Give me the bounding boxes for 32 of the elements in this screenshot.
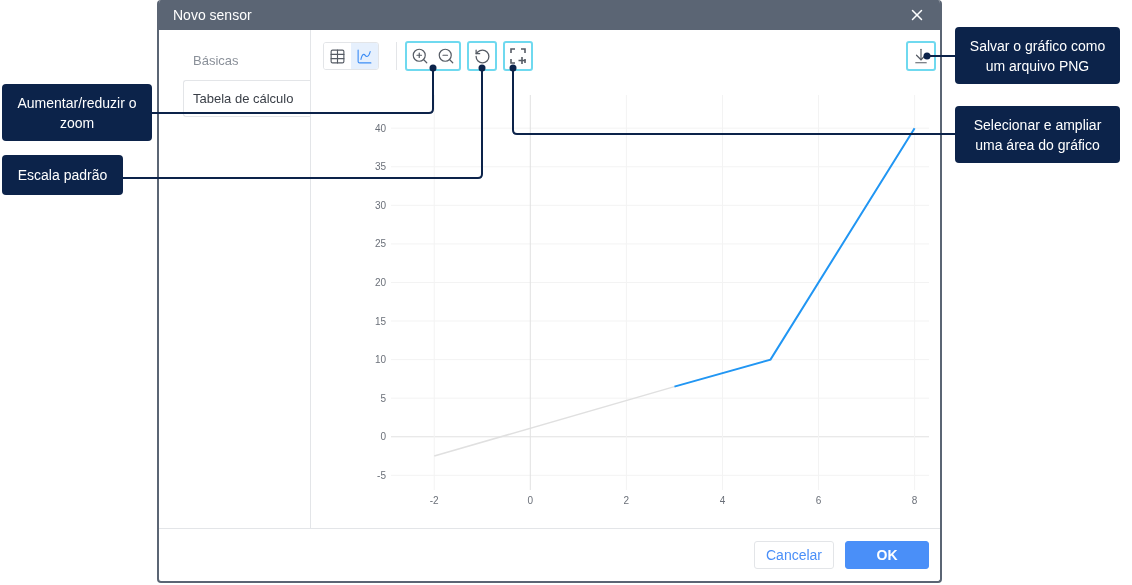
- cancel-button[interactable]: Cancelar: [754, 541, 834, 569]
- x-tick-label: 2: [623, 495, 630, 506]
- x-tick-label: 4: [719, 495, 726, 506]
- callout-label: Salvar o gráfico como um arquivo PNG: [955, 27, 1120, 84]
- y-tick-label: -5: [377, 469, 386, 481]
- y-tick-label: 30: [374, 199, 386, 211]
- select-area-icon: [509, 47, 527, 65]
- y-tick-label: 5: [380, 392, 386, 404]
- download-icon: [912, 47, 930, 65]
- callout-label: Selecionar e ampliar uma área do gráfico: [955, 106, 1120, 163]
- line-chart-icon: [356, 47, 373, 65]
- y-tick-label: 10: [374, 354, 386, 366]
- callout-label: Aumentar/reduzir o zoom: [2, 84, 152, 141]
- sidebar-tab[interactable]: Tabela de cálculo: [183, 80, 310, 117]
- x-tick-label: 6: [815, 495, 822, 506]
- x-tick-label: 8: [911, 495, 918, 506]
- window-title: Novo sensor: [173, 7, 252, 23]
- y-tick-label: 25: [374, 238, 386, 250]
- y-tick-label: 35: [374, 161, 386, 173]
- y-tick-label: 0: [380, 431, 386, 443]
- table-icon: [329, 47, 346, 65]
- zoom-in-icon: [411, 47, 429, 65]
- y-tick-label: 40: [374, 122, 386, 134]
- x-tick-label: 0: [527, 495, 534, 506]
- callout-label: Escala padrão: [2, 155, 123, 195]
- zoom-out-icon: [437, 47, 455, 65]
- ok-button[interactable]: OK: [845, 541, 929, 569]
- y-tick-label: 15: [374, 315, 386, 327]
- reset-icon: [473, 47, 491, 65]
- x-tick-label: -2: [429, 495, 439, 506]
- y-tick-label: 20: [374, 276, 386, 288]
- leader-line: [923, 52, 956, 60]
